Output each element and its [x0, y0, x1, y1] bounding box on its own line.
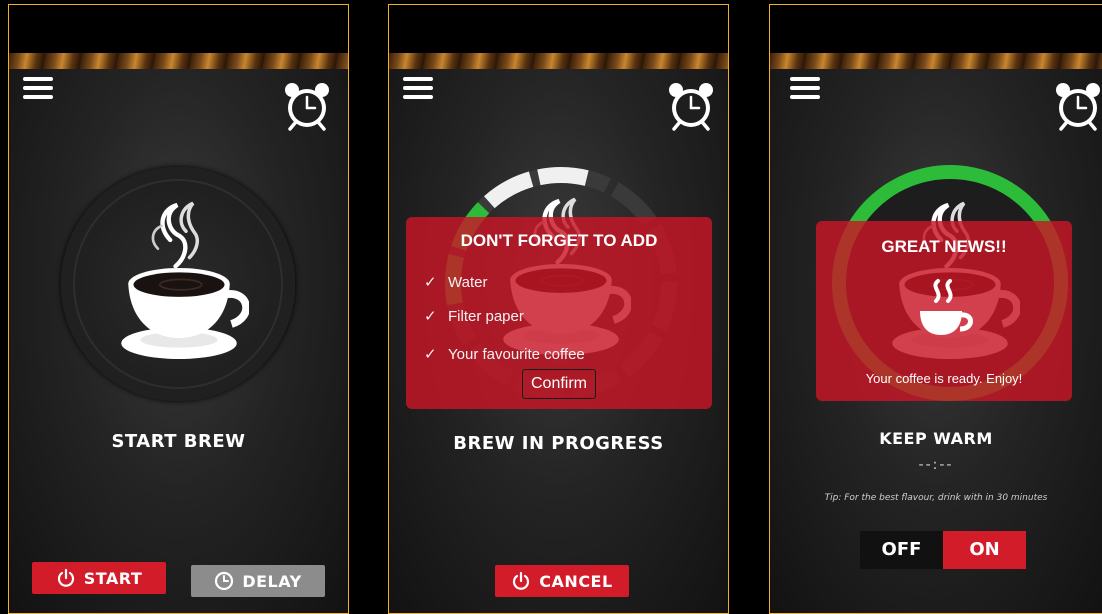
screen-keep-warm: GREAT NEWS!! Your coffee is ready. Enjoy…: [769, 4, 1102, 614]
checklist-item: ✓ Your favourite coffee: [424, 345, 585, 363]
screen-start-brew: START BREW START DELAY: [8, 4, 349, 614]
menu-icon[interactable]: [403, 77, 433, 101]
ready-dialog: GREAT NEWS!! Your coffee is ready. Enjoy…: [816, 221, 1072, 401]
status-label: START BREW: [111, 431, 246, 452]
toggle-on-option[interactable]: ON: [943, 531, 1026, 569]
delay-button[interactable]: DELAY: [191, 565, 325, 597]
alarm-clock-icon[interactable]: [667, 81, 715, 131]
status-bar-area: [770, 5, 1102, 53]
checklist-item-label: Filter paper: [448, 308, 524, 325]
coffee-beans-banner: [9, 53, 348, 69]
dialog-title: DON'T FORGET TO ADD: [460, 231, 658, 250]
cancel-button-label: CANCEL: [539, 571, 613, 591]
coffee-cup-icon: [109, 187, 249, 363]
dialog-title: GREAT NEWS!!: [881, 237, 1007, 256]
coffee-beans-banner: [389, 53, 728, 69]
alarm-clock-icon[interactable]: [1054, 81, 1102, 131]
tip-text: Tip: For the best flavour, drink with in…: [824, 493, 1048, 503]
power-icon: [511, 571, 531, 591]
clock-icon: [214, 571, 234, 591]
toggle-off-option[interactable]: OFF: [860, 531, 943, 569]
hot-cup-icon: [920, 279, 973, 335]
check-icon: ✓: [424, 308, 437, 325]
checklist-item: ✓ Filter paper: [424, 307, 524, 325]
coffee-beans-banner: [770, 53, 1102, 69]
delay-button-label: DELAY: [242, 571, 302, 591]
status-label: KEEP WARM: [879, 429, 993, 448]
reminder-dialog: DON'T FORGET TO ADD ✓ Water ✓ Filter paper…: [406, 217, 712, 409]
checklist-item: ✓ Water: [424, 273, 487, 291]
keep-warm-timer: --:--: [918, 457, 954, 473]
check-icon: ✓: [424, 346, 437, 363]
cancel-button[interactable]: CANCEL: [495, 565, 629, 597]
alarm-clock-icon[interactable]: [283, 81, 331, 131]
ready-message: Your coffee is ready. Enjoy!: [865, 371, 1023, 386]
menu-icon[interactable]: [790, 77, 820, 101]
status-label: BREW IN PROGRESS: [453, 433, 664, 454]
status-bar-area: [389, 5, 728, 53]
screen-brew-in-progress: DON'T FORGET TO ADD ✓ Water ✓ Filter paper…: [388, 4, 729, 614]
start-button-label: START: [83, 568, 143, 588]
check-icon: ✓: [424, 274, 437, 291]
keep-warm-toggle[interactable]: OFF ON: [860, 531, 1026, 569]
status-bar-area: [9, 5, 348, 53]
power-icon: [56, 568, 76, 588]
start-button[interactable]: START: [32, 562, 166, 594]
confirm-button[interactable]: Confirm: [522, 369, 596, 399]
checklist-item-label: Your favourite coffee: [448, 346, 585, 363]
checklist-item-label: Water: [448, 274, 488, 291]
menu-icon[interactable]: [23, 77, 53, 101]
